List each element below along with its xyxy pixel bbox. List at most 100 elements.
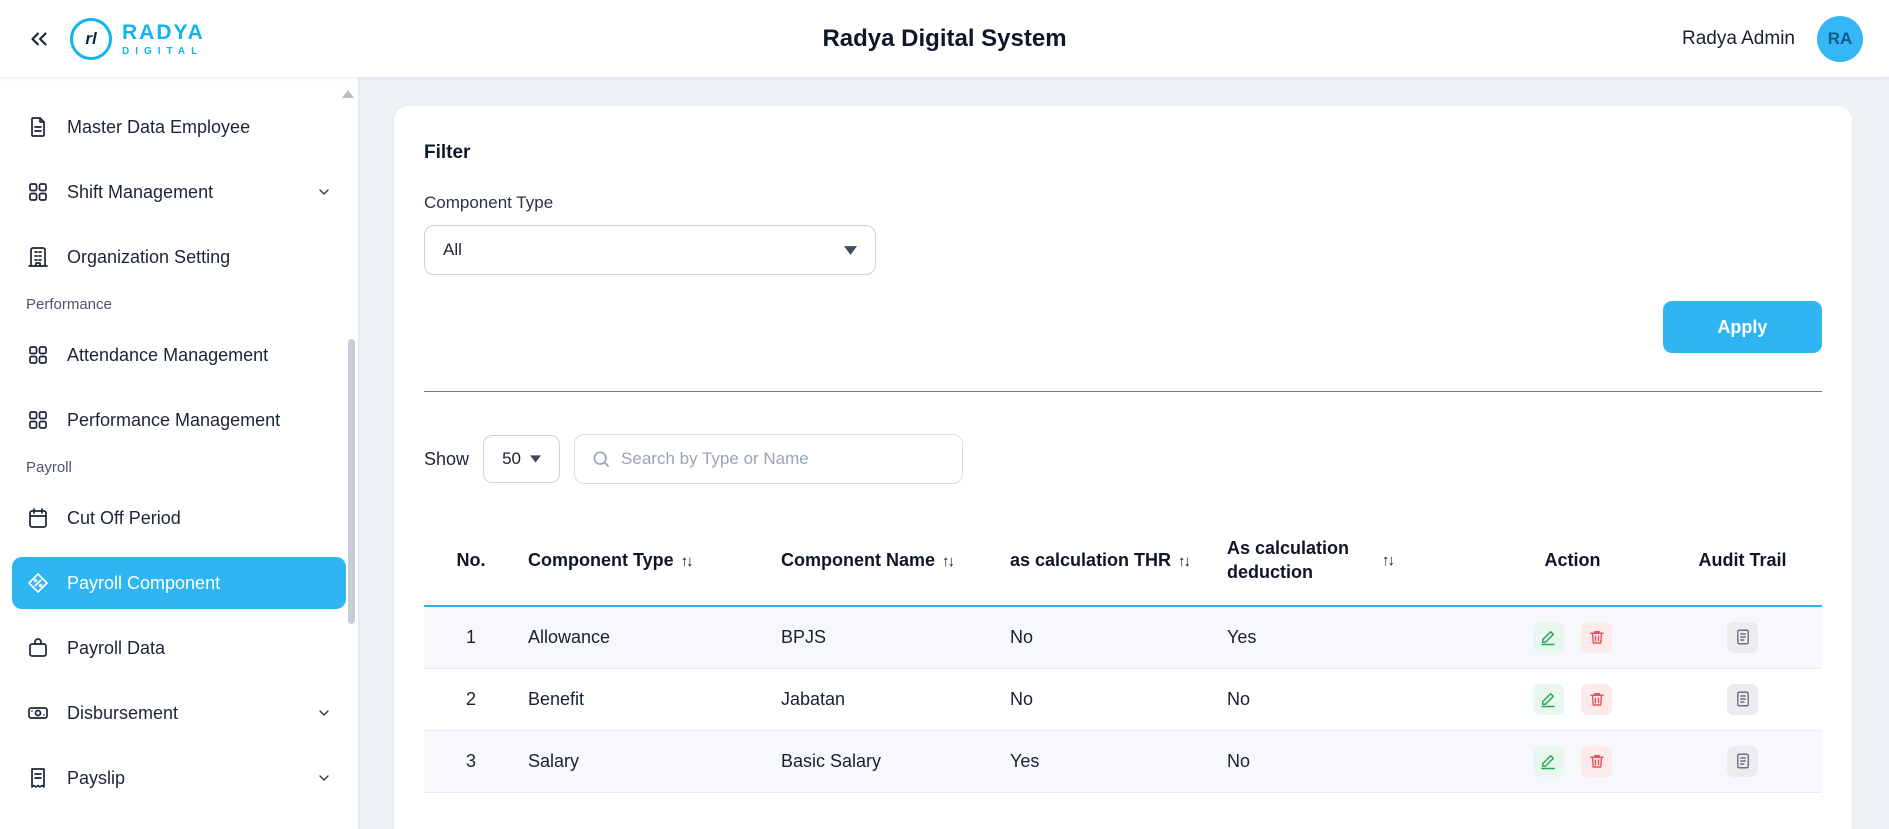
component-type-select[interactable]: All (424, 225, 876, 275)
banknote-icon (26, 701, 50, 725)
receipt-icon (26, 766, 50, 790)
cell-calculation-thr: No (1000, 605, 1217, 669)
edit-pencil-icon (1541, 693, 1556, 708)
sidebar-item-label: Payroll Component (67, 572, 221, 593)
audit-trail-button[interactable] (1727, 683, 1758, 715)
component-type-label: Component Type (424, 193, 554, 212)
trash-icon (1589, 755, 1604, 768)
chevron-down-icon (316, 184, 332, 200)
diamond-percent-icon (26, 571, 50, 595)
column-header-component-type[interactable]: Component Type ↑↓ (518, 516, 771, 607)
building-icon (26, 245, 50, 269)
edit-pencil-icon (1541, 631, 1556, 646)
audit-document-icon (1736, 753, 1749, 769)
sidebar-item-label: Payslip (67, 767, 126, 788)
search-input[interactable] (621, 449, 947, 469)
sidebar-item-payroll-data[interactable]: Payroll Data (12, 622, 346, 674)
sidebar-item-attendance-management[interactable]: Attendance Management (12, 329, 346, 381)
sidebar-scrollbar-thumb[interactable] (348, 339, 355, 624)
column-header-action: Action (1482, 516, 1663, 607)
sort-icon[interactable]: ↑↓ (1382, 552, 1395, 569)
edit-pencil-icon (1541, 755, 1556, 770)
filter-heading: Filter (424, 142, 471, 163)
sidebar-item-label: Cut Off Period (67, 507, 181, 528)
sort-icon[interactable]: ↑↓ (681, 553, 694, 570)
audit-trail-button[interactable] (1727, 621, 1758, 653)
sidebar-item-disbursement[interactable]: Disbursement (12, 687, 346, 739)
column-header-calculation-deduction[interactable]: As calculation deduction ↑↓ (1217, 516, 1482, 607)
sidebar-item-label: Attendance Management (67, 344, 269, 365)
delete-button[interactable] (1581, 621, 1612, 653)
page-size-value: 50 (502, 449, 521, 468)
logo-mark: rl (70, 17, 112, 60)
sidebar-item-organization-setting[interactable]: Organization Setting (12, 231, 346, 283)
sidebar-item-label: Payroll Data (67, 637, 166, 658)
briefcase-icon (26, 636, 50, 660)
cell-no: 1 (424, 605, 518, 669)
column-header-calculation-thr[interactable]: as calculation THR ↑↓ (1000, 516, 1217, 607)
page-size-select[interactable]: 50 (483, 435, 561, 483)
sidebar-item-label: Master Data Employee (67, 116, 251, 137)
cell-audit-trail (1663, 605, 1822, 669)
double-chevron-left-icon (31, 32, 47, 45)
show-label: Show (424, 448, 470, 469)
cell-audit-trail (1663, 668, 1822, 731)
sidebar: Master Data Employee Shift Management Or… (0, 77, 358, 829)
audit-document-icon (1736, 629, 1749, 645)
logo-text: RADYA DIGITAL (122, 21, 205, 57)
table-row: 3 Salary Basic Salary Yes No (424, 730, 1822, 793)
sidebar-item-payroll-component[interactable]: Payroll Component (12, 557, 346, 609)
payroll-component-card: Filter Component Type All Apply Show 50 (394, 106, 1852, 829)
payroll-component-table: No. Component Type ↑↓ Component Name ↑↓ as… (424, 516, 1822, 793)
sort-icon[interactable]: ↑↓ (942, 553, 955, 570)
table-row: 2 Benefit Jabatan No No (424, 668, 1822, 731)
page-title: Radya Digital System (822, 24, 1067, 52)
table-toolbar: Show 50 (424, 434, 1822, 484)
column-header-audit-trail: Audit Trail (1663, 516, 1822, 607)
avatar[interactable]: RA (1817, 15, 1863, 62)
header-right: Radya Admin RA (1682, 15, 1863, 62)
calendar-icon (26, 506, 50, 530)
column-header-component-name[interactable]: Component Name ↑↓ (771, 516, 1000, 607)
chevron-down-icon (844, 245, 857, 255)
trash-icon (1589, 693, 1604, 706)
cell-action (1482, 668, 1663, 731)
sort-icon[interactable]: ↑↓ (1178, 553, 1191, 570)
sidebar-item-performance-management[interactable]: Performance Management (12, 394, 346, 446)
cell-calculation-thr: No (1000, 668, 1217, 731)
sidebar-collapse-button[interactable] (26, 26, 52, 52)
sidebar-item-label: Performance Management (67, 409, 281, 430)
sidebar-section-payroll: Payroll (26, 459, 72, 476)
column-header-no[interactable]: No. (424, 516, 518, 607)
apply-button[interactable]: Apply (1662, 301, 1822, 353)
delete-button[interactable] (1581, 745, 1612, 777)
edit-button[interactable] (1532, 745, 1564, 777)
edit-button[interactable] (1532, 621, 1564, 653)
audit-document-icon (1736, 691, 1749, 707)
sidebar-item-shift-management[interactable]: Shift Management (12, 166, 346, 218)
grid-icon (26, 343, 50, 367)
logo-line2: DIGITAL (122, 45, 204, 57)
cell-component-name: BPJS (771, 605, 1000, 669)
edit-button[interactable] (1532, 683, 1564, 715)
scrollbar-up-arrow-icon[interactable] (342, 85, 354, 103)
cell-action (1482, 730, 1663, 793)
delete-button[interactable] (1581, 683, 1612, 715)
cell-component-name: Jabatan (771, 668, 1000, 731)
chevron-down-icon (529, 455, 541, 463)
cell-calculation-thr: Yes (1000, 730, 1217, 793)
grid-icon (26, 408, 50, 432)
audit-trail-button[interactable] (1727, 745, 1758, 777)
sidebar-item-cut-off-period[interactable]: Cut Off Period (12, 492, 346, 544)
main-content: Filter Component Type All Apply Show 50 (358, 77, 1889, 829)
sidebar-item-master-data-employee[interactable]: Master Data Employee (12, 101, 346, 153)
cell-no: 3 (424, 730, 518, 793)
cell-calculation-deduction: No (1217, 668, 1482, 731)
cell-component-type: Benefit (518, 668, 771, 731)
sidebar-item-label: Shift Management (67, 181, 214, 202)
search-box (574, 434, 964, 484)
grid-icon (26, 180, 50, 204)
sidebar-item-payslip[interactable]: Payslip (12, 752, 346, 804)
cell-audit-trail (1663, 730, 1822, 793)
top-header: rl RADYA DIGITAL Radya Digital System Ra… (0, 0, 1889, 77)
